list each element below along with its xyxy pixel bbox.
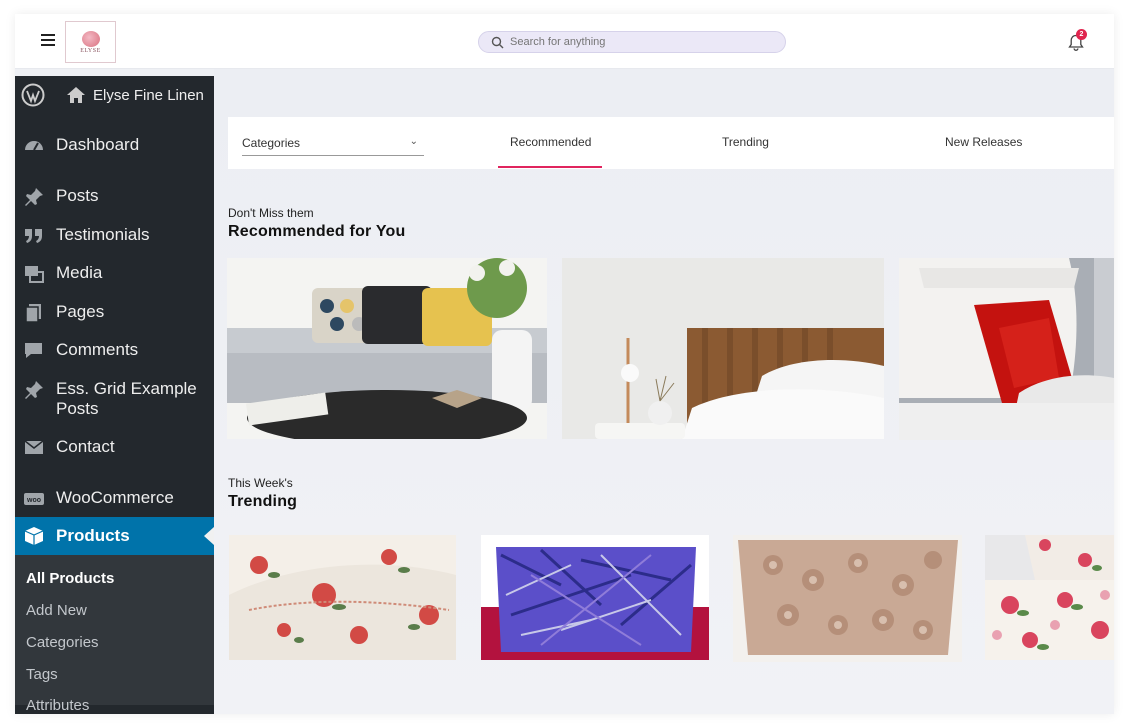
- submenu-tags[interactable]: Tags: [26, 666, 58, 683]
- sidebar-item-label: Dashboard: [56, 135, 140, 154]
- product-image: [985, 535, 1114, 660]
- product-image: [899, 258, 1114, 440]
- submenu-all-products[interactable]: All Products: [26, 570, 114, 587]
- notification-badge: 2: [1076, 29, 1087, 40]
- pin-icon: [25, 381, 43, 399]
- admin-sidebar: Elyse Fine Linen Dashboard Posts Testimo…: [15, 76, 214, 714]
- sidebar-item-label: Testimonials: [56, 225, 150, 244]
- sidebar-item-pages[interactable]: Pages: [15, 302, 214, 324]
- pin-icon: [25, 188, 43, 206]
- sidebar-item-testimonials[interactable]: Testimonials: [15, 225, 214, 247]
- site-name[interactable]: Elyse Fine Linen: [93, 87, 204, 104]
- recommended-title: Recommended for You: [228, 223, 406, 240]
- woo-icon: woo: [24, 493, 44, 505]
- wordpress-icon[interactable]: [21, 83, 45, 107]
- filter-bar: Categories ⌄ Recommended Trending New Re…: [228, 117, 1114, 169]
- quote-icon: [25, 229, 42, 243]
- product-image: [229, 535, 456, 660]
- tab-trending[interactable]: Trending: [722, 135, 769, 149]
- sidebar-item-products[interactable]: Products: [15, 517, 214, 555]
- box-icon: [24, 527, 44, 545]
- sidebar-item-woocommerce[interactable]: woo WooCommerce: [15, 488, 214, 510]
- hamburger-menu-icon[interactable]: [41, 34, 55, 48]
- sidebar-item-dashboard[interactable]: Dashboard: [15, 135, 214, 157]
- chevron-down-icon: ⌄: [409, 136, 418, 147]
- home-icon: [67, 87, 85, 103]
- svg-text:woo: woo: [26, 497, 41, 504]
- recommended-kicker: Don't Miss them: [228, 206, 314, 220]
- sidebar-item-label: Media: [56, 263, 103, 282]
- submenu-categories[interactable]: Categories: [26, 634, 99, 651]
- categories-dropdown[interactable]: Categories ⌄: [242, 131, 424, 156]
- search-input[interactable]: [510, 36, 770, 48]
- top-bar: ELYSE 2: [15, 14, 1114, 69]
- main-content: Categories ⌄ Recommended Trending New Re…: [214, 69, 1114, 714]
- sidebar-item-label: WooCommerce: [56, 488, 174, 507]
- comment-icon: [25, 343, 42, 358]
- site-header: Elyse Fine Linen: [15, 76, 214, 114]
- dashboard-icon: [25, 141, 43, 151]
- sidebar-item-label: Posts: [56, 186, 99, 205]
- product-image: [481, 535, 709, 660]
- product-card-floral-pillowcase[interactable]: [229, 535, 456, 660]
- sidebar-item-media[interactable]: Media: [15, 263, 214, 285]
- mail-icon: [24, 440, 44, 454]
- submenu-add-new[interactable]: Add New: [26, 602, 87, 619]
- sidebar-item-ess-grid[interactable]: Ess. Grid Example Posts: [15, 379, 214, 419]
- logo-text: ELYSE: [80, 47, 101, 54]
- product-image: [733, 535, 962, 662]
- pages-icon: [25, 304, 41, 323]
- sidebar-item-label: Products: [56, 526, 130, 545]
- tab-new-releases[interactable]: New Releases: [945, 135, 1022, 149]
- sidebar-item-label: Contact: [56, 437, 115, 456]
- product-card-lace-cushion[interactable]: [733, 535, 962, 662]
- sidebar-item-label: Comments: [56, 340, 139, 359]
- sidebar-item-label: Ess. Grid Example Posts: [56, 379, 197, 418]
- product-card-ribbon-pillow[interactable]: [481, 535, 709, 660]
- product-image: [227, 258, 547, 439]
- products-submenu: All Products Add New Categories Tags Att…: [15, 555, 214, 714]
- product-card-floral-bedding[interactable]: [985, 535, 1114, 660]
- app-window: ELYSE 2 Elyse Fine Linen Dashboard Posts…: [15, 14, 1114, 714]
- sidebar-item-contact[interactable]: Contact: [15, 437, 214, 459]
- yarn-ball-icon: [81, 30, 100, 47]
- active-tab-indicator: [498, 166, 602, 168]
- search-bar[interactable]: [478, 31, 786, 53]
- trending-title: Trending: [228, 493, 298, 510]
- categories-label: Categories: [242, 136, 301, 150]
- sidebar-item-posts[interactable]: Posts: [15, 186, 214, 208]
- sidebar-item-label: Pages: [56, 302, 105, 321]
- tab-recommended[interactable]: Recommended: [510, 135, 591, 149]
- media-icon: [25, 266, 44, 283]
- submenu-attributes[interactable]: Attributes: [26, 697, 89, 714]
- product-card-pillows[interactable]: [899, 258, 1114, 440]
- trending-kicker: This Week's: [228, 476, 293, 490]
- product-card-living-room[interactable]: [227, 258, 547, 439]
- sidebar-item-comments[interactable]: Comments: [15, 340, 214, 362]
- active-pointer-icon: [204, 527, 214, 545]
- search-icon: [491, 36, 504, 48]
- product-card-bedroom[interactable]: [562, 258, 884, 439]
- product-image: [562, 258, 884, 439]
- brand-logo[interactable]: ELYSE: [65, 21, 116, 63]
